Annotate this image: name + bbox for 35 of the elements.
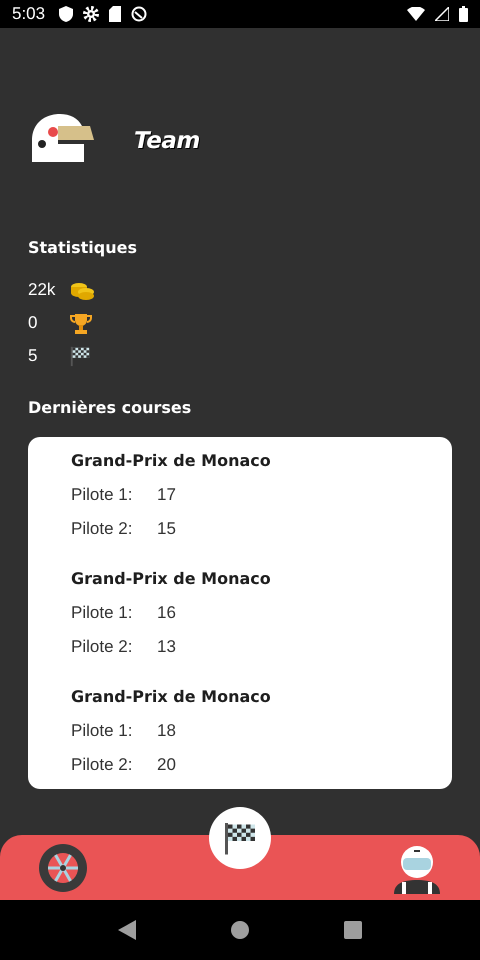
stat-value: 22k: [28, 280, 56, 300]
driver-label: Pilote 2:: [71, 519, 134, 540]
driver-label: Pilote 2:: [71, 637, 134, 658]
recents-icon[interactable]: [344, 921, 362, 939]
home-icon[interactable]: [230, 921, 249, 939]
wheel-nav-button[interactable]: [38, 842, 88, 892]
section-title: Dernières courses: [28, 398, 192, 417]
section-title: Statistiques: [28, 238, 138, 257]
driver-label: Pilote 1:: [71, 485, 134, 506]
driver-position: 15: [157, 519, 176, 540]
checkered-flag-icon: [222, 820, 258, 856]
driver-position: 20: [157, 755, 176, 776]
status-time: 5:03: [12, 4, 46, 24]
driver-position: 16: [157, 603, 176, 624]
driver-position: 17: [157, 485, 176, 506]
driver-label: Pilote 1:: [71, 721, 134, 742]
settings-icon: [83, 6, 100, 22]
back-icon[interactable]: [118, 920, 136, 940]
battery-icon: [459, 6, 468, 22]
wifi-icon: [407, 7, 425, 21]
driver-position: 13: [157, 637, 176, 658]
race-name: Grand-Prix de Monaco: [71, 451, 272, 472]
checkered-flag-icon: [69, 344, 91, 366]
team-title: Team: [134, 128, 200, 154]
race-name: Grand-Prix de Monaco: [71, 687, 272, 708]
race-name: Grand-Prix de Monaco: [71, 569, 272, 590]
shield-icon: [59, 6, 74, 22]
stat-value: 5: [28, 346, 38, 366]
stat-value: 0: [28, 312, 38, 332]
circle-icon: [131, 6, 148, 22]
driver-label: Pilote 1:: [71, 603, 134, 624]
signal-icon: [435, 7, 449, 21]
driver-position: 18: [157, 721, 176, 742]
driver-label: Pilote 2:: [71, 755, 134, 776]
sd-card-icon: [109, 6, 122, 22]
